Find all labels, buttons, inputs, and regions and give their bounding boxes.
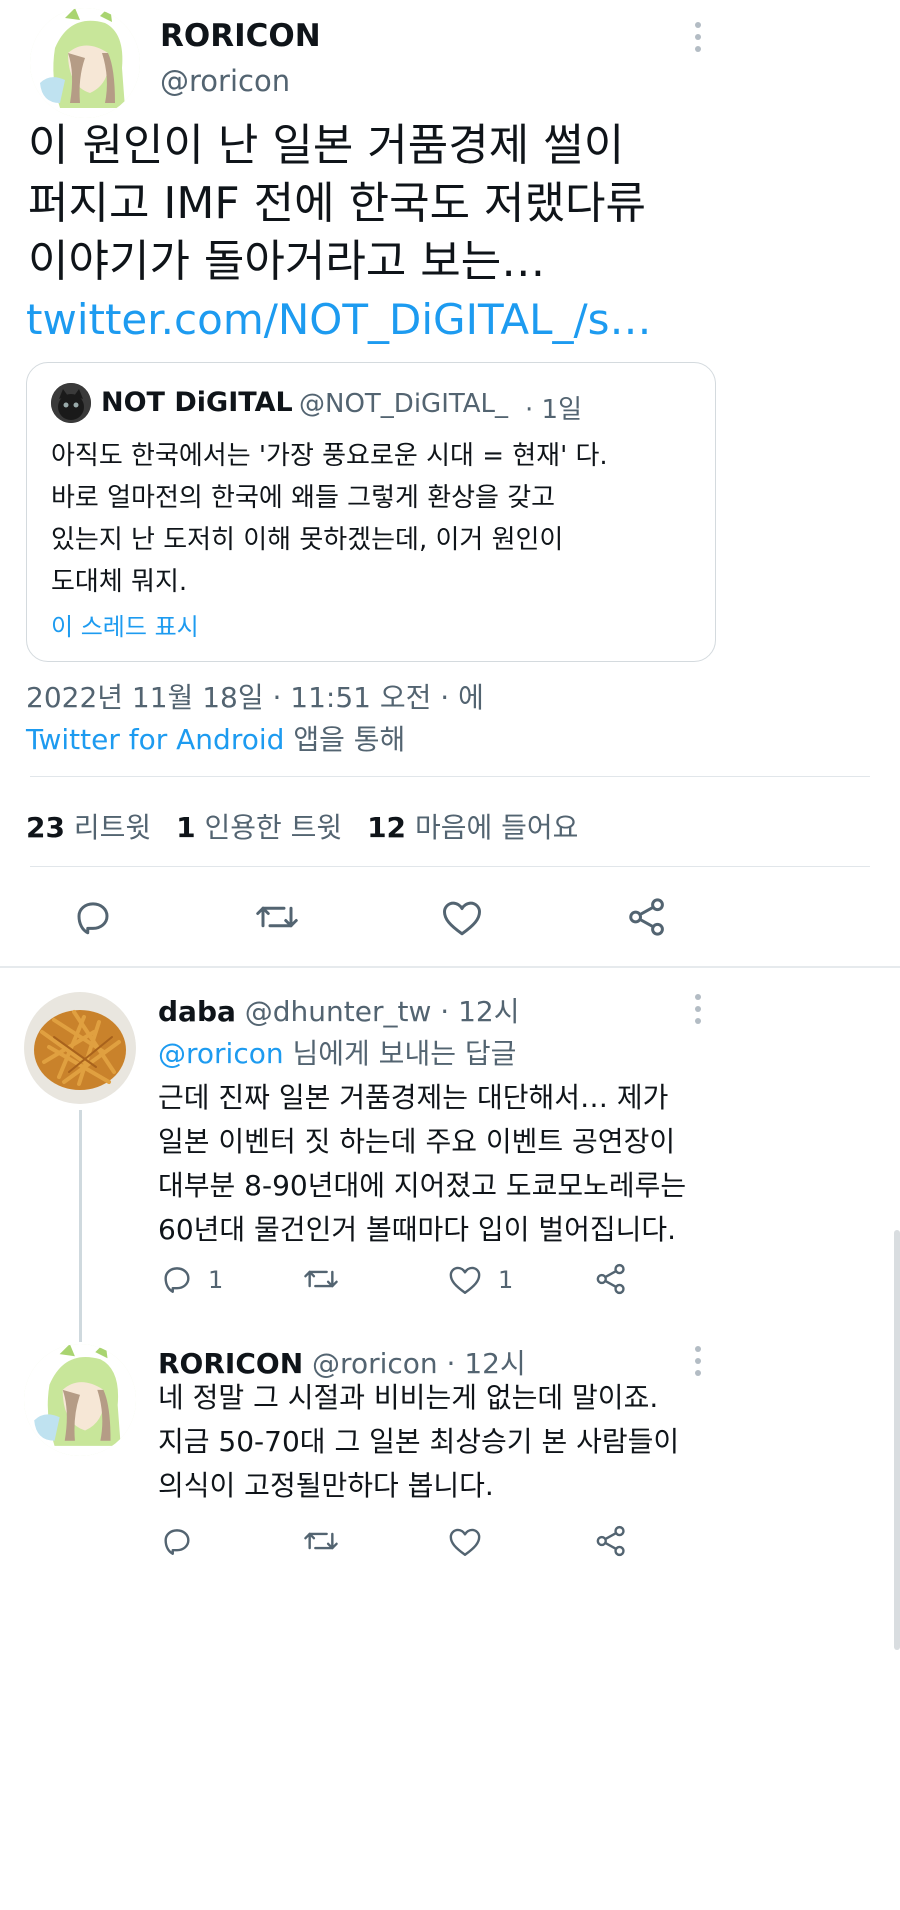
retweets-label: 리트윗: [73, 811, 152, 844]
retweet-icon[interactable]: [302, 1262, 340, 1296]
quoted-display-name[interactable]: NOT DiGITAL: [101, 387, 293, 418]
tweet-text-line-2: 퍼지고 IMF 전에 한국도 저랬다류: [28, 178, 646, 229]
retweet-icon[interactable]: [254, 896, 300, 938]
reply-header: daba @dhunter_tw · 12시: [158, 990, 520, 1030]
reply-text-line-3: 대부분 8-90년대에 지어졌고 도쿄모노레루는: [158, 1169, 687, 1202]
reply-avatar[interactable]: [24, 992, 136, 1104]
reply-text-line-1: 네 정말 그 시절과 비비는게 없는데 말이죠.: [158, 1381, 659, 1414]
reply-time: · 12시: [440, 995, 520, 1028]
reply-display-name[interactable]: daba: [158, 995, 236, 1028]
tweet-link[interactable]: twitter.com/NOT_DiGITAL_/s…: [26, 292, 652, 348]
reply-to-handle[interactable]: @roricon: [158, 1037, 284, 1070]
retweet-icon[interactable]: [302, 1524, 340, 1558]
reply-text-line-4: 60년대 물건인거 볼때마다 입이 벌어집니다.: [158, 1213, 677, 1246]
likes-stat[interactable]: 12 마음에 들어요: [367, 811, 578, 844]
reply-count: 1: [208, 1266, 224, 1294]
share-icon[interactable]: [626, 896, 668, 938]
section-divider: [0, 966, 900, 968]
reply-avatar[interactable]: [24, 1344, 136, 1456]
scrollbar[interactable]: [894, 1230, 900, 1650]
reply-icon[interactable]: [160, 1524, 194, 1558]
fries-avatar-icon: [24, 992, 136, 1104]
quoted-text-line-1: 아직도 한국에서는 '가장 풍요로운 시대 = 현재' 다.: [51, 441, 608, 471]
tweet-text-line-3: 이야기가 돌아거라고 보는…: [28, 236, 546, 287]
quoted-time: · 1일: [525, 395, 582, 425]
author-handle[interactable]: @roricon: [160, 64, 290, 98]
anime-girl-avatar-icon: [24, 1344, 136, 1456]
reply-icon[interactable]: [72, 896, 114, 938]
author-display-name[interactable]: RORICON: [160, 18, 321, 54]
thread-line: [79, 1110, 82, 1342]
author-avatar[interactable]: [30, 8, 140, 118]
reply-handle[interactable]: @dhunter_tw: [245, 995, 432, 1028]
cat-avatar-icon: [51, 383, 91, 423]
like-icon[interactable]: [448, 1264, 482, 1296]
like-icon[interactable]: [448, 1526, 482, 1558]
like-icon[interactable]: [441, 898, 483, 938]
reply-text-line-3: 의식이 고정될만하다 봅니다.: [158, 1469, 494, 1502]
quoted-tweet-card[interactable]: NOT DiGITAL @NOT_DiGITAL_ · 1일 아직도 한국에서는…: [26, 362, 716, 662]
quotes-count: 1: [176, 811, 196, 844]
quoted-handle[interactable]: @NOT_DiGITAL_: [299, 389, 508, 419]
like-count: 1: [498, 1266, 514, 1294]
reply-to-line: @roricon 님에게 보내는 답글: [158, 1032, 516, 1072]
reply-to-suffix: 님에게 보내는 답글: [292, 1037, 517, 1070]
quoted-text-line-3: 있는지 난 도저히 이해 못하겠는데, 이거 원인이: [51, 525, 564, 555]
divider: [30, 866, 870, 867]
quotes-stat[interactable]: 1 인용한 트윗: [176, 811, 342, 844]
likes-count: 12: [367, 811, 407, 844]
retweets-stat[interactable]: 23 리트윗: [26, 811, 151, 844]
quoted-avatar[interactable]: [51, 383, 91, 423]
quoted-text-line-4: 도대체 뭐지.: [51, 567, 188, 597]
tweet-text-line-1: 이 원인이 난 일본 거품경제 썰이: [28, 120, 625, 171]
show-thread-link[interactable]: 이 스레드 표시: [51, 607, 199, 642]
reply-icon[interactable]: [160, 1262, 194, 1296]
client-suffix: 앱을 통해: [293, 723, 406, 756]
quoted-text-line-2: 바로 얼마전의 한국에 왜들 그렇게 환상을 갖고: [51, 483, 556, 513]
divider: [30, 776, 870, 777]
reply-text-line-2: 일본 이벤터 짓 하는데 주요 이벤트 공연장이: [158, 1125, 676, 1158]
more-icon[interactable]: [693, 994, 703, 1030]
share-icon[interactable]: [594, 1262, 628, 1296]
reply-text-line-2: 지금 50-70대 그 일본 최상승기 본 사람들이: [158, 1425, 680, 1458]
quotes-label: 인용한 트윗: [204, 811, 343, 844]
anime-girl-avatar-icon: [30, 8, 140, 118]
retweets-count: 23: [26, 811, 65, 844]
more-icon[interactable]: [693, 1346, 703, 1382]
tweet-stats: 23 리트윗 1 인용한 트윗 12 마음에 들어요: [26, 806, 578, 846]
reply-text-line-1: 근데 진짜 일본 거품경제는 대단해서… 제가: [158, 1081, 669, 1114]
share-icon[interactable]: [594, 1524, 628, 1558]
client-link[interactable]: Twitter for Android: [26, 723, 284, 756]
more-icon[interactable]: [693, 22, 703, 58]
likes-label: 마음에 들어요: [414, 811, 579, 844]
tweet-client-row: Twitter for Android 앱을 통해: [26, 718, 405, 758]
tweet-timestamp[interactable]: 2022년 11월 18일 · 11:51 오전 · 에: [26, 676, 484, 716]
